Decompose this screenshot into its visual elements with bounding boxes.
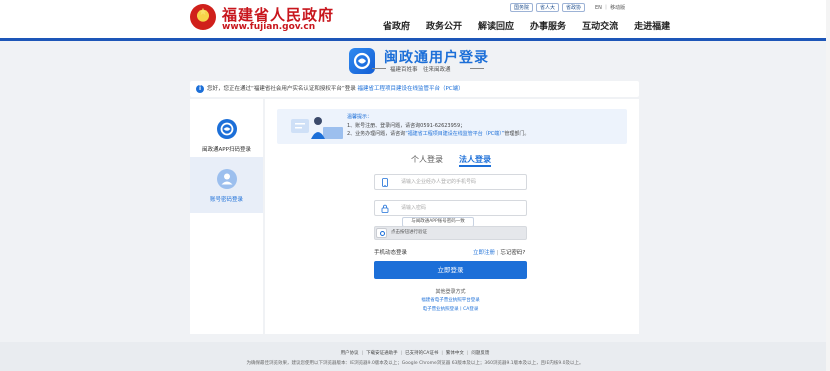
login-submit-button[interactable]: 立即登录 [374,261,527,279]
warm-tips-line-2-suffix: 管理部门。 [504,131,530,137]
warm-tips-line-1: 1、账号注册、登录问题，请咨询0591-62623959； [347,122,466,129]
footer-separator: | [400,351,403,356]
warm-tips-platform-link[interactable]: “福建省工程项目建设在线监管平台（PC端）” [405,131,504,137]
login-method-panel: 闽政通APP扫码登录 账号密码登录 [190,99,263,334]
subtitle-divider-left [372,68,386,69]
tab-personal-login[interactable]: 个人登录 [411,154,443,165]
nav-item-services[interactable]: 办事服务 [530,19,566,32]
minzhengtong-logo-icon [349,48,375,74]
language-switch[interactable]: EN ｜ 移动版 [595,4,625,11]
support-illustration-icon [291,117,343,139]
register-link[interactable]: 立即注册 [473,250,495,256]
register-forgot-links: 立即注册 | 忘记密码? [473,248,525,256]
login-method-password-label: 账号密码登录 [209,197,243,203]
login-subtitle: 福建百姓事 往来闽政通 [390,67,451,73]
top-link-state-council[interactable]: 国务院 [510,3,534,12]
nav-item-open-affairs[interactable]: 政务公开 [426,19,462,32]
top-links: 国务院 省人大 省政协 [510,3,586,13]
footer-link-download-assistant[interactable]: 下载安证通助手 [366,351,398,356]
footer-link-feedback[interactable]: 问题反馈 [471,351,489,356]
page-footer: 用户协议 | 下载安证通助手 | 已支持的CA证书 | 繁体中文 | 问题反馈 为确保最佳浏览效… [0,342,830,371]
site-header: ★ 福建省人民政府 www.fujian.gov.cn 国务院 省人大 省政协 … [0,0,830,41]
header-divider [0,38,830,41]
main-nav: 省政府 政务公开 解读回应 办事服务 互动交流 走进福建 [383,19,670,32]
password-input[interactable] [401,203,521,213]
warm-tips-line-2-prefix: 2、业务办理问题，请咨询 [347,131,406,137]
other-login-link-license-ca[interactable]: 电子营业执照登录丨CA登录 [374,306,527,312]
slider-handle[interactable] [376,228,387,238]
login-tabs: 个人登录 法人登录 [411,154,491,167]
notice-text: 您好，您正在通过“福建省社会用户实名认证和授权平台”登录 [207,86,356,92]
warm-tips-box: 温馨提示： 1、账号注册、登录问题，请咨询0591-62623959； 2、业务… [277,109,627,144]
notice-bar: i 您好，您正在通过“福建省社会用户实名认证和授权平台”登录 福建省工程项目建设… [190,81,639,97]
other-login-title: 其他登录方式 [435,289,466,295]
warm-tips-text: 温馨提示： 1、账号注册、登录问题，请咨询0591-62623959； 2、业务… [347,113,529,139]
warm-tips-line-2: 2、业务办理问题，请咨询“福建省工程项目建设在线监管平台（PC端）”管理部门。 [347,130,529,139]
slider-captcha-label: 点击按钮进行验证 [391,230,427,235]
login-method-app-scan[interactable]: 闽政通APP扫码登录 [190,107,263,163]
subtitle-divider-right [470,68,484,69]
password-field [374,200,527,216]
forgot-password-link[interactable]: 忘记密码? [500,250,525,256]
tab-corporate-login-label: 法人登录 [459,155,491,164]
footer-separator: | [361,351,364,356]
warm-tips-title: 温馨提示： [347,114,373,120]
other-login-link-business-license-platform[interactable]: 福建省电子营业执照平台登录 [374,297,527,303]
tab-corporate-login[interactable]: 法人登录 [459,154,491,167]
lock-icon [381,204,389,213]
phone-icon [382,178,388,187]
footer-separator: | [441,351,443,356]
login-title: 闽政通用户登录 [384,50,489,66]
user-icon [217,169,237,189]
footer-links: 用户协议 | 下载安证通助手 | 已支持的CA证书 | 繁体中文 | 问题反馈 [0,350,830,356]
login-method-app-scan-label: 闽政通APP扫码登录 [202,147,251,153]
info-icon: i [196,85,204,93]
login-form-panel: 温馨提示： 1、账号注册、登录问题，请咨询0591-62623959； 2、业务… [265,99,639,334]
nav-item-about-fujian[interactable]: 走进福建 [634,19,670,32]
footer-link-traditional-chinese[interactable]: 繁体中文 [446,351,464,356]
phone-field [374,174,527,190]
top-link-cppcc[interactable]: 省政协 [562,3,586,12]
site-url: www.fujian.gov.cn [222,22,316,32]
slider-captcha[interactable]: 点击按钮进行验证 [374,226,527,240]
nav-item-interpretation[interactable]: 解读回应 [478,19,514,32]
active-tab-indicator [459,165,491,167]
phone-dynamic-login-link[interactable]: 手机动态登录 [374,248,407,256]
national-emblem-icon[interactable]: ★ [190,4,216,30]
footer-link-user-agreement[interactable]: 用户协议 [341,351,359,356]
footer-link-supported-ca[interactable]: 已支持的CA证书 [405,351,438,356]
footer-separator: | [466,351,469,356]
notice-platform-link[interactable]: 福建省工程项目建设在线监管平台（PC端） [357,86,463,92]
nav-item-government[interactable]: 省政府 [383,19,410,32]
nav-item-interaction[interactable]: 互动交流 [582,19,618,32]
top-link-provincial-congress[interactable]: 省人大 [536,3,560,12]
page-scrollbar[interactable] [826,0,830,371]
phone-input[interactable] [401,177,521,187]
app-scan-icon [217,119,237,139]
browser-compatibility-note: 为确保最佳浏览效果，建议您使用以下浏览器版本：IE浏览器9.0版本及以上；Goo… [246,361,584,366]
login-method-password[interactable]: 账号密码登录 [190,157,263,213]
